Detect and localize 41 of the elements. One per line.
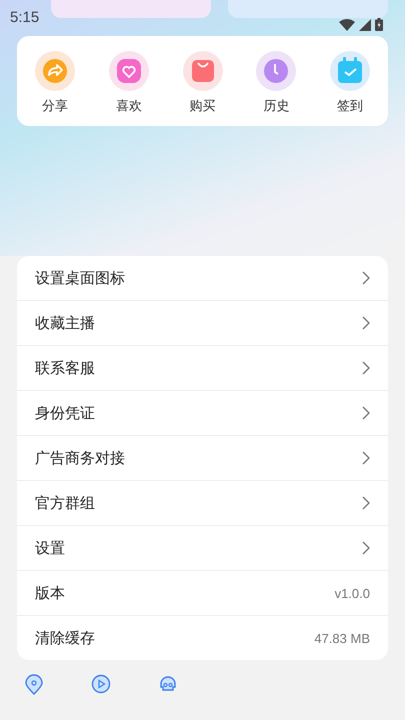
chevron-right-icon <box>362 271 370 286</box>
quick-action-label[interactable]: 购买 <box>190 97 216 115</box>
menu-item-label: 联系客服 <box>35 358 95 378</box>
quick-action-label[interactable]: 分享 <box>42 97 68 115</box>
menu-item-label: 官方群组 <box>35 494 95 513</box>
play-icon[interactable] <box>91 674 111 696</box>
wifi-icon <box>339 18 355 30</box>
menu-item-label: 身份凭证 <box>35 404 95 423</box>
chevron-right-icon <box>362 361 370 376</box>
menu-item[interactable]: 收藏主播 <box>17 301 388 346</box>
quick-action-label[interactable]: 签到 <box>337 97 363 115</box>
quick-action-label[interactable]: 历史 <box>263 97 290 115</box>
menu-item-label: 设置 <box>35 538 65 558</box>
menu-item-label: 广告商务对接 <box>35 448 125 468</box>
menu-item[interactable]: 清除缓存 47.83 MB <box>17 616 388 660</box>
menu-item-label: 收藏主播 <box>35 314 95 333</box>
battery-icon <box>375 18 383 31</box>
clock-icon[interactable] <box>256 51 296 91</box>
quick-action-label[interactable]: 喜欢 <box>116 97 142 115</box>
menu-item-label: 设置桌面图标 <box>35 268 125 288</box>
menu-item[interactable]: 版本 v1.0.0 <box>17 571 388 616</box>
chevron-right-icon <box>362 316 370 330</box>
shopping-bag-icon[interactable] <box>182 51 222 91</box>
menu-item[interactable]: 联系客服 <box>17 346 388 392</box>
status-time: 5:15 <box>10 9 40 26</box>
chevron-right-icon <box>362 541 370 556</box>
menu-item[interactable]: 身份凭证 <box>17 391 388 436</box>
menu-item[interactable]: 设置 <box>17 526 388 572</box>
menu-item-value: v1.0.0 <box>334 586 370 601</box>
share-icon[interactable] <box>35 51 75 91</box>
chevron-right-icon <box>362 496 370 510</box>
menu-item-value: 47.83 MB <box>314 630 370 646</box>
chevron-right-icon <box>362 451 370 466</box>
menu-item-label: 清除缓存 <box>35 628 95 648</box>
menu-item-label: 版本 <box>35 584 65 603</box>
menu-item[interactable]: 官方群组 <box>17 481 388 526</box>
calendar-check-icon[interactable] <box>330 51 370 91</box>
chevron-right-icon <box>362 406 370 420</box>
location-pin-icon[interactable] <box>24 674 44 696</box>
menu-item[interactable]: 广告商务对接 <box>17 436 388 482</box>
menu-item[interactable]: 设置桌面图标 <box>17 256 388 302</box>
